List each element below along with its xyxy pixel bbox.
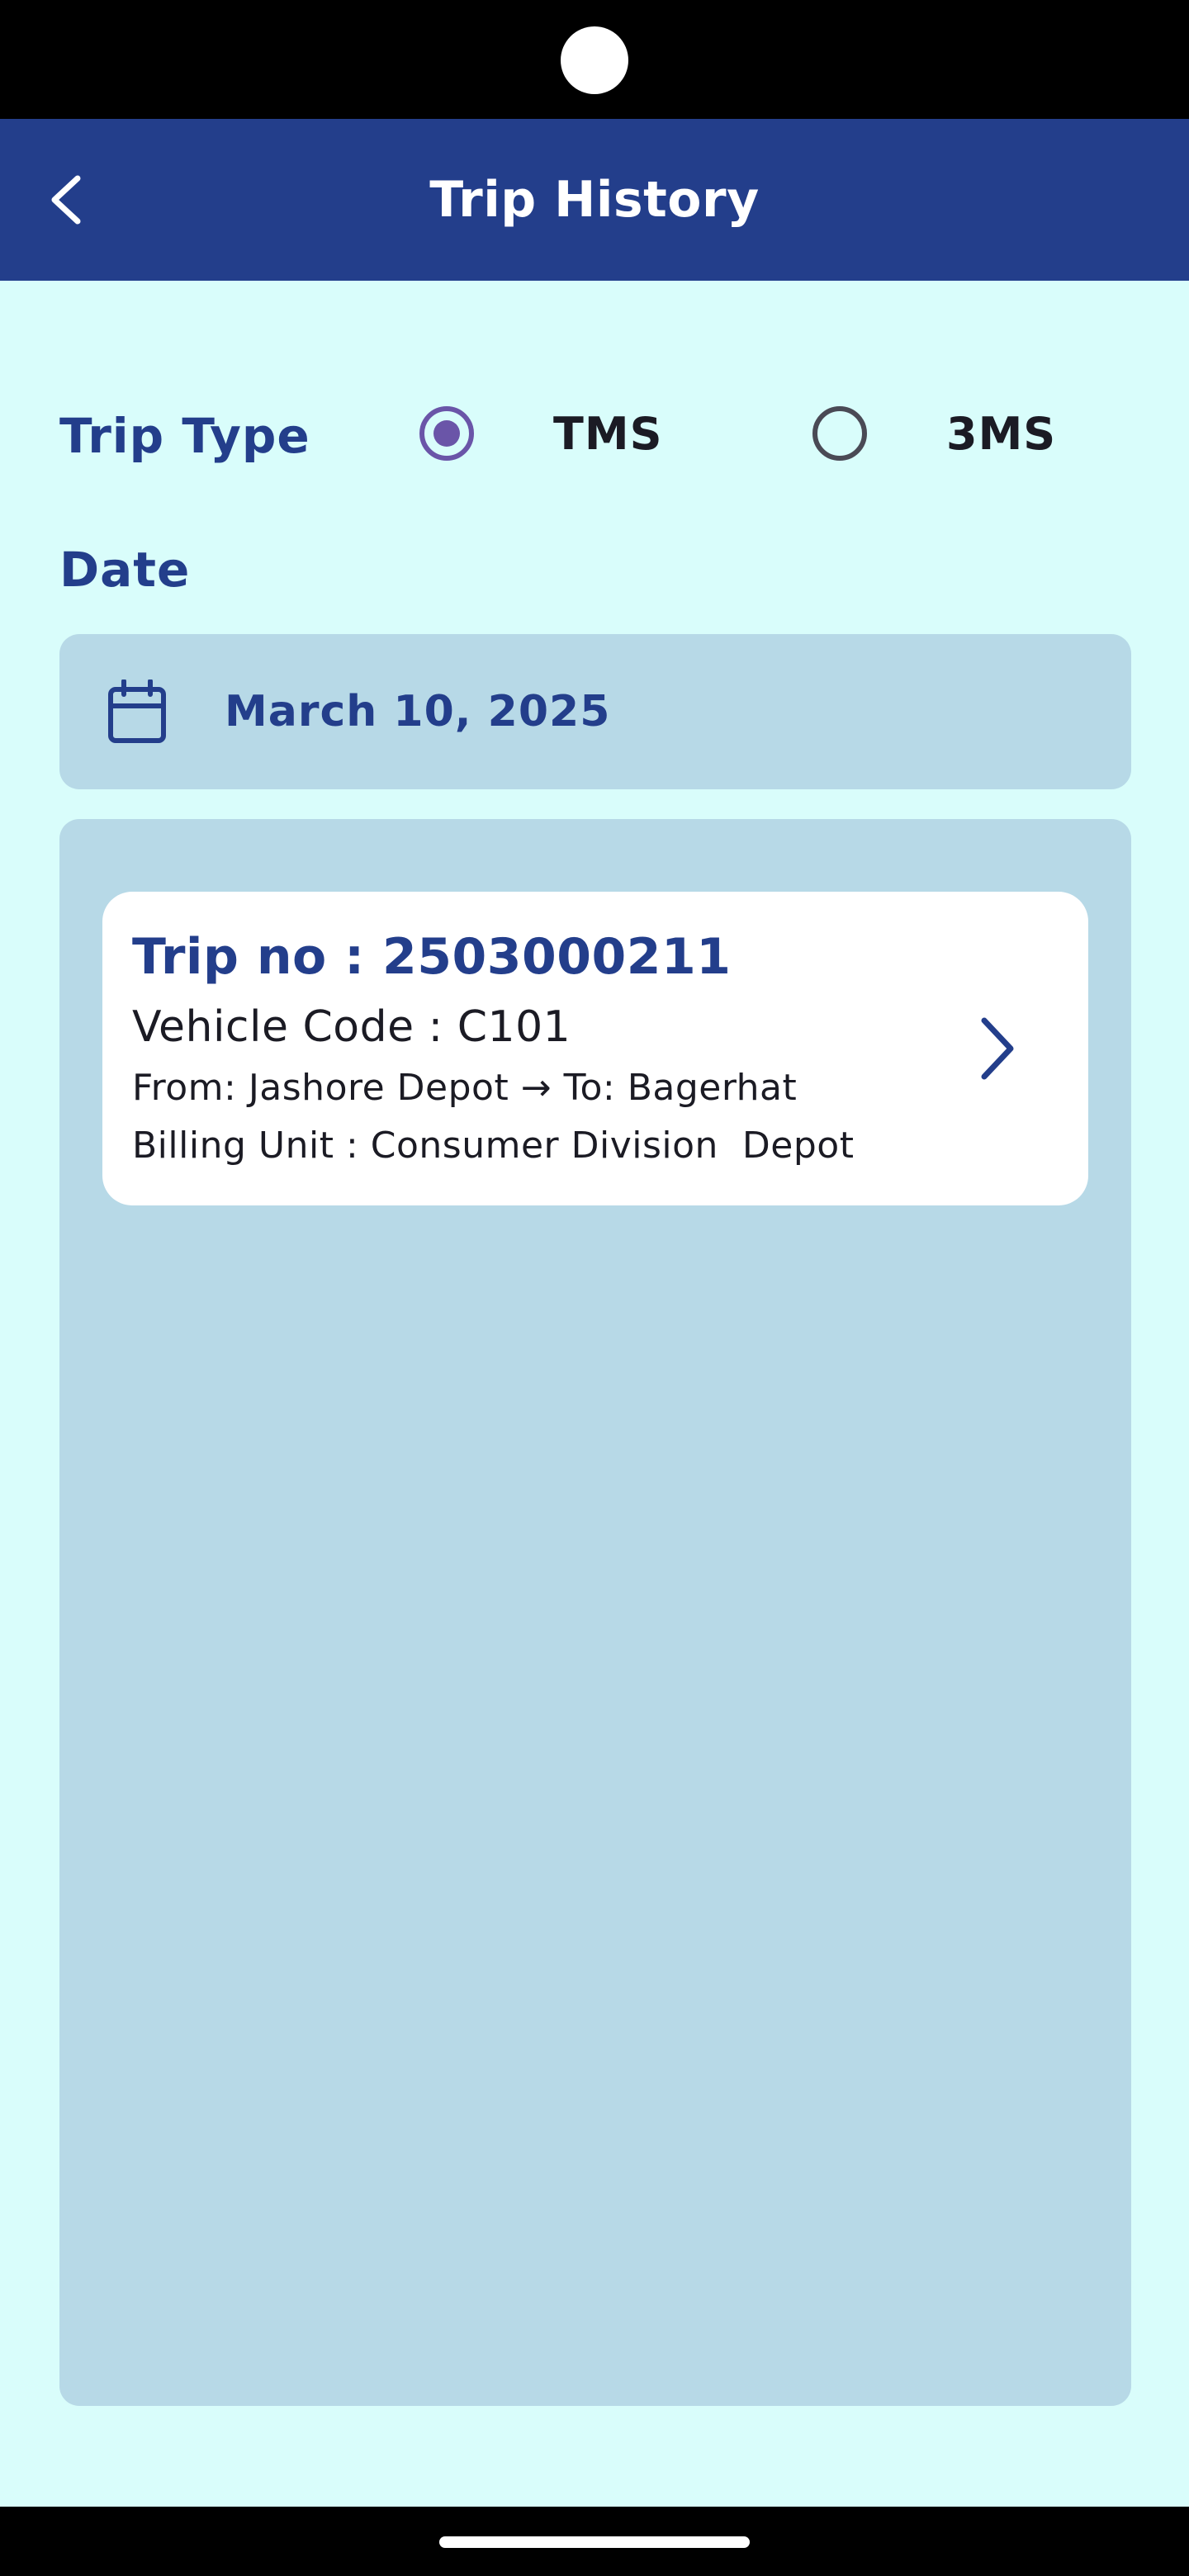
trip-number: Trip no : 2503000211: [132, 928, 732, 986]
chevron-left-icon: [51, 175, 81, 225]
date-label: Date: [59, 542, 191, 598]
trip-route: From: Jashore Depot → To: Bagerhat: [132, 1067, 798, 1109]
date-picker-field[interactable]: March 10, 2025: [59, 634, 1131, 789]
front-camera: [561, 26, 628, 94]
chevron-right-icon[interactable]: [968, 1014, 1027, 1083]
trip-type-filter: Trip Type TMS 3MS: [59, 388, 1133, 479]
billing-unit: Billing Unit : Consumer Division Depot: [132, 1125, 855, 1167]
calendar-icon: [106, 679, 168, 745]
phone-frame: Trip History Trip Type TMS 3MS Date Marc…: [0, 0, 1189, 2576]
radio-button-unselected[interactable]: [812, 406, 867, 461]
trip-results-panel: Trip no : 2503000211 Vehicle Code : C101…: [59, 819, 1131, 2406]
home-indicator[interactable]: [439, 2536, 750, 2548]
radio-label-3ms[interactable]: 3MS: [946, 408, 1056, 460]
trip-type-label: Trip Type: [59, 408, 310, 464]
app-bar: Trip History: [0, 119, 1189, 281]
date-value: March 10, 2025: [225, 687, 611, 736]
main-content: Trip Type TMS 3MS Date March 10, 2025 Tr…: [0, 281, 1189, 2507]
page-title: Trip History: [429, 171, 760, 229]
status-bar: [0, 0, 1189, 119]
trip-card[interactable]: Trip no : 2503000211 Vehicle Code : C101…: [102, 892, 1088, 1205]
vehicle-code: Vehicle Code : C101: [132, 1002, 571, 1052]
radio-button-selected[interactable]: [419, 406, 474, 461]
system-nav-bar: [0, 2507, 1189, 2576]
radio-option-tms[interactable]: TMS: [419, 388, 662, 479]
radio-option-3ms[interactable]: 3MS: [812, 388, 1056, 479]
back-button[interactable]: [36, 170, 96, 230]
radio-dot: [433, 420, 460, 447]
radio-label-tms[interactable]: TMS: [553, 408, 662, 460]
